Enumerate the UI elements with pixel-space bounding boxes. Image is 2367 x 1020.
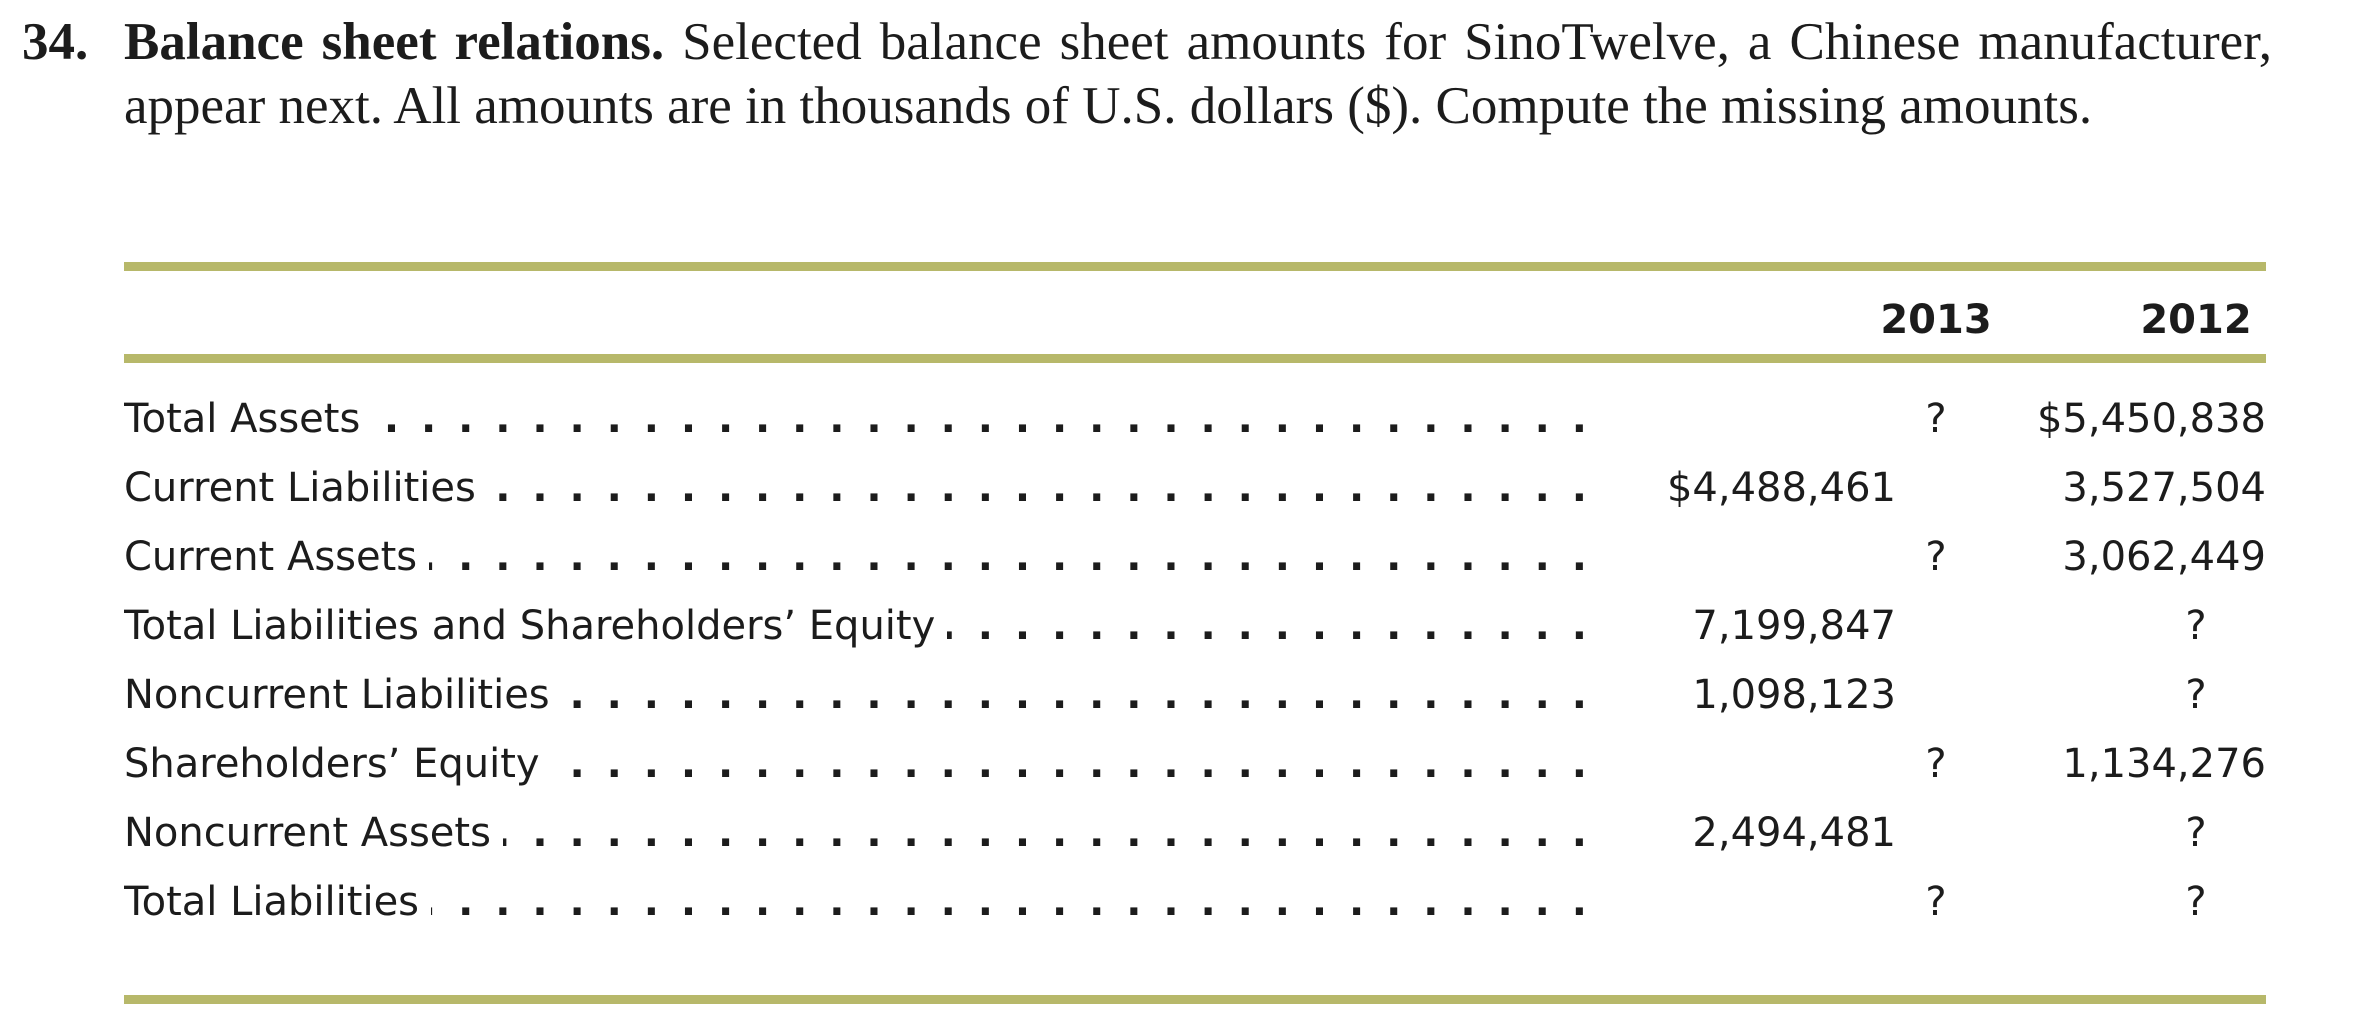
row-label-text: Total Liabilities	[124, 879, 432, 925]
cell-2012: 3,062,449	[2062, 534, 2266, 580]
table-body: Total Assets ? $5,450,838 Current Liabil…	[124, 363, 2266, 995]
row-label: Noncurrent Assets	[124, 799, 1604, 868]
table-bottom-rule	[124, 995, 2266, 1004]
cell-2012: 1,134,276	[2062, 741, 2266, 787]
cell-2013: ?	[1925, 879, 1947, 925]
problem-statement: 34. Balance sheet relations. Selected ba…	[22, 10, 2272, 138]
table-row: Current Liabilities $4,488,461 3,527,504	[124, 454, 2266, 523]
balance-sheet-table: 2013 2012 Total Assets ? $5,450,838 Curr…	[124, 262, 2266, 1004]
table-header-rule	[124, 354, 2266, 363]
table-row: Total Liabilities ? ?	[124, 868, 2266, 937]
problem-title: Balance sheet relations.	[124, 13, 665, 71]
cell-2013: 1,098,123	[1692, 672, 1896, 718]
row-label-text: Noncurrent Assets	[124, 810, 503, 856]
cell-2012: $5,450,838	[2036, 396, 2266, 442]
table-header-row: 2013 2012	[124, 271, 2266, 354]
cell-2012: ?	[2185, 810, 2207, 856]
table-row: Shareholders’ Equity ? 1,134,276	[124, 730, 2266, 799]
cell-2013: 7,199,847	[1692, 603, 1896, 649]
row-label: Noncurrent Liabilities	[124, 661, 1604, 730]
row-label-text: Shareholders’ Equity	[124, 741, 552, 787]
table-row: Current Assets ? 3,062,449	[124, 523, 2266, 592]
cell-2012: ?	[2185, 672, 2207, 718]
table-row: Noncurrent Liabilities 1,098,123 ?	[124, 661, 2266, 730]
cell-2013: 2,494,481	[1692, 810, 1896, 856]
table-row: Noncurrent Assets 2,494,481 ?	[124, 799, 2266, 868]
row-label: Current Assets	[124, 523, 1604, 592]
column-header-2013: 2013	[1880, 297, 1992, 343]
row-label: Current Liabilities	[124, 454, 1604, 523]
row-label: Total Liabilities	[124, 868, 1604, 937]
row-label-text: Noncurrent Liabilities	[124, 672, 562, 718]
table-row: Total Liabilities and Shareholders’ Equi…	[124, 592, 2266, 661]
problem-body: Balance sheet relations. Selected balanc…	[124, 10, 2272, 138]
problem-number: 34.	[22, 13, 89, 71]
row-label: Total Assets	[124, 385, 1604, 454]
row-label-text: Total Liabilities and Shareholders’ Equi…	[124, 603, 948, 649]
table-row: Total Assets ? $5,450,838	[124, 385, 2266, 454]
row-label-text: Total Assets	[124, 396, 373, 442]
cell-2012: ?	[2185, 879, 2207, 925]
column-header-2012: 2012	[2140, 297, 2252, 343]
table-top-rule	[124, 262, 2266, 271]
row-label: Shareholders’ Equity	[124, 730, 1604, 799]
cell-2013: $4,488,461	[1666, 465, 1896, 511]
row-label-text: Current Assets	[124, 534, 430, 580]
cell-2012: 3,527,504	[2062, 465, 2266, 511]
row-label-text: Current Liabilities	[124, 465, 488, 511]
row-label: Total Liabilities and Shareholders’ Equi…	[124, 592, 1604, 661]
cell-2012: ?	[2185, 603, 2207, 649]
